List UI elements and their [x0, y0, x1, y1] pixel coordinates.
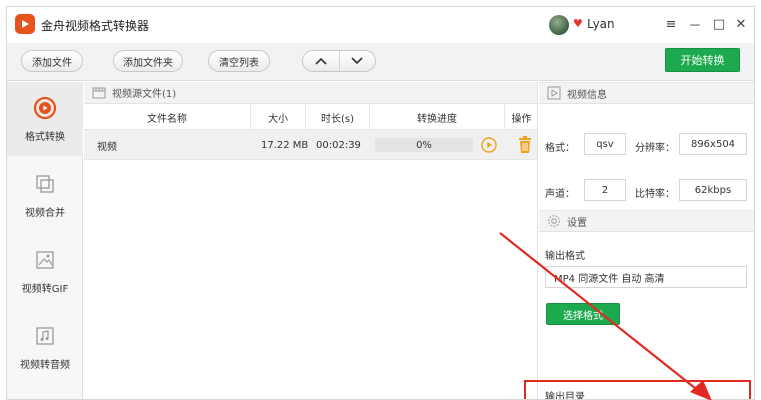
close-icon[interactable]: ✕ — [731, 14, 751, 34]
file-list-header: 视频源文件(1) — [84, 82, 537, 104]
trash-icon[interactable] — [517, 136, 533, 154]
video-merge-icon — [33, 172, 57, 196]
maximize-icon[interactable]: □ — [709, 14, 729, 34]
sidebar-item-video-merge[interactable]: 视频合并 — [7, 158, 83, 232]
file-list-panel: 视频源文件(1) 文件名称 大小 时长(s) 转换进度 操作 视频 17.22 … — [84, 82, 538, 399]
column-header-actions: 操作 — [511, 113, 532, 125]
vip-heart-icon: ♥ — [573, 17, 583, 30]
settings-header: 设置 — [539, 210, 754, 232]
video-info-header: 视频信息 — [539, 82, 754, 104]
chevron-up-icon[interactable] — [303, 51, 340, 71]
table-row[interactable]: 视频 17.22 MB 00:02:39 0% — [84, 130, 537, 160]
choose-format-button[interactable]: 选择格式 — [546, 303, 620, 325]
bitrate-label: 比特率： — [635, 189, 675, 200]
format-value: qsv — [584, 133, 626, 155]
channels-value: 2 — [584, 179, 626, 201]
column-header-progress: 转换进度 — [370, 104, 505, 130]
reorder-buttons — [302, 50, 376, 72]
column-header-size: 大小 — [251, 104, 306, 130]
right-panel: 视频信息 格式： qsv 分辨率： 896x504 声道： 2 比特率： 62k… — [524, 82, 754, 400]
sidebar-item-format-convert[interactable]: 格式转换 — [7, 82, 83, 156]
app-logo-icon — [15, 14, 35, 34]
progress-text: 0% — [416, 139, 432, 151]
channels-label: 声道： — [545, 189, 575, 200]
add-file-button[interactable]: 添加文件 — [21, 50, 83, 72]
toolbar: 添加文件 添加文件夹 清空列表 开始转换 — [7, 43, 754, 81]
sidebar-item-video-to-gif[interactable]: 视频转GIF — [7, 234, 83, 308]
sidebar: 格式转换 视频合并 视频转GIF 视频转音频 — [7, 82, 83, 399]
chevron-down-icon[interactable] — [340, 51, 376, 71]
gif-image-icon — [33, 248, 57, 272]
format-label: 格式： — [545, 143, 575, 154]
start-convert-button[interactable]: 开始转换 — [665, 48, 740, 72]
add-folder-button[interactable]: 添加文件夹 — [113, 50, 183, 72]
format-convert-icon — [33, 96, 57, 120]
video-info-icon — [547, 86, 561, 100]
resolution-label: 分辨率： — [635, 143, 675, 154]
file-list-title: 视频源文件(1) — [112, 89, 177, 100]
column-header-name: 文件名称 — [84, 104, 251, 130]
bitrate-value: 62kbps — [679, 179, 747, 201]
output-format-label: 输出格式 — [545, 251, 585, 262]
app-window: 金舟视频格式转换器 ♥ Lyan ≡ － □ ✕ 添加文件 添加文件夹 清空列表… — [6, 6, 755, 400]
title-bar: 金舟视频格式转换器 ♥ Lyan ≡ － □ ✕ — [7, 7, 754, 43]
play-icon[interactable] — [481, 137, 497, 153]
sidebar-item-label: 视频转音频 — [20, 360, 70, 371]
sidebar-item-video-to-audio[interactable]: 视频转音频 — [7, 310, 83, 384]
gear-icon — [547, 214, 561, 228]
user-name[interactable]: Lyan — [587, 17, 615, 31]
file-size: 17.22 MB — [261, 139, 309, 151]
video-info-title: 视频信息 — [567, 89, 607, 101]
output-format-field[interactable]: MP4 同源文件 自动 高清 — [545, 266, 747, 288]
resolution-value: 896x504 — [679, 133, 747, 155]
clear-list-button[interactable]: 清空列表 — [208, 50, 270, 72]
app-title: 金舟视频格式转换器 — [41, 19, 150, 33]
menu-icon[interactable]: ≡ — [661, 14, 681, 34]
output-dir-label: 输出目录 — [545, 392, 585, 400]
minimize-icon[interactable]: － — [685, 14, 705, 34]
sidebar-item-label: 视频合并 — [25, 208, 65, 219]
file-name: 视频 — [97, 141, 117, 153]
file-duration: 00:02:39 — [316, 139, 361, 151]
music-note-icon — [33, 324, 57, 348]
film-icon — [92, 87, 106, 99]
table-header: 文件名称 大小 时长(s) 转换进度 操作 — [84, 104, 537, 130]
user-avatar[interactable] — [549, 15, 569, 35]
sidebar-item-label: 视频转GIF — [21, 284, 69, 295]
column-header-duration: 时长(s) — [306, 104, 370, 130]
progress-bar: 0% — [375, 138, 473, 152]
settings-title: 设置 — [567, 217, 587, 229]
sidebar-item-label: 格式转换 — [25, 132, 65, 143]
